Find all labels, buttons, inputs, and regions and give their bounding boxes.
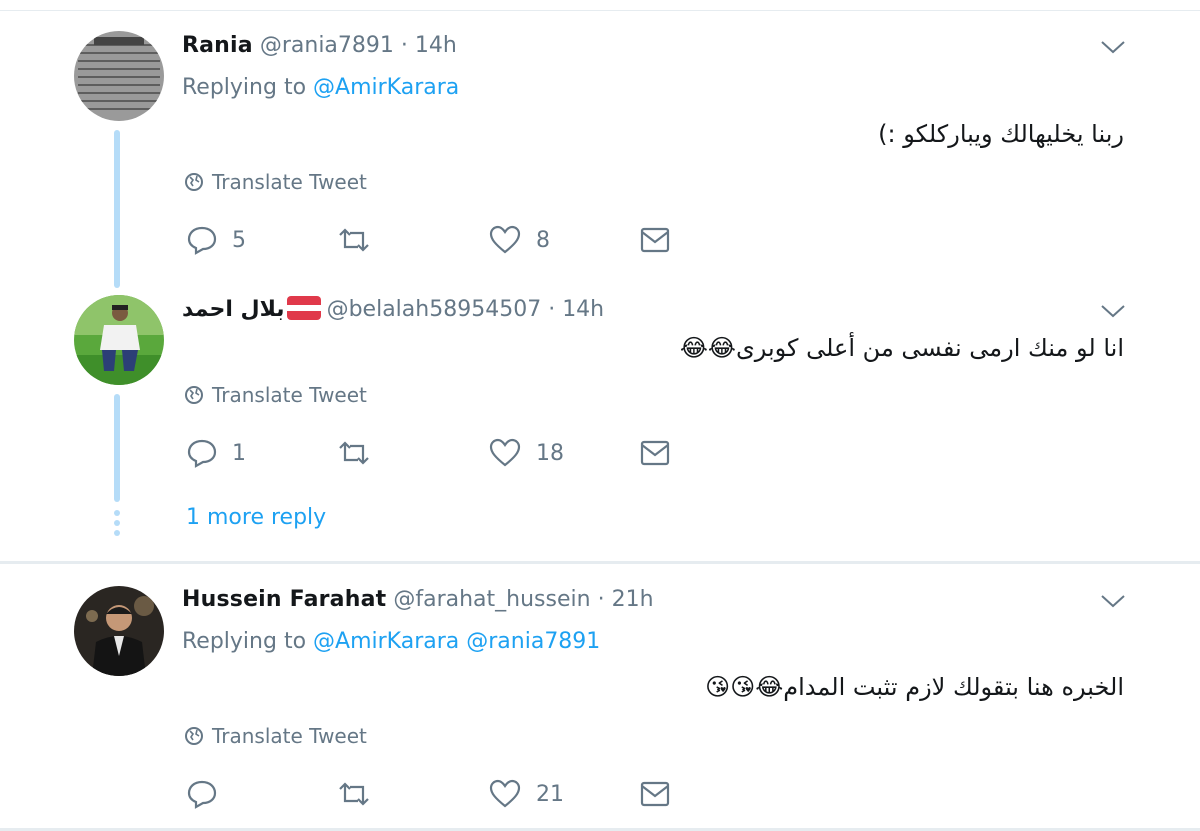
retweet-button[interactable]: [336, 436, 386, 470]
timestamp[interactable]: 14h: [562, 297, 604, 322]
like-button[interactable]: 21: [488, 777, 564, 811]
tweet-text: انا لو منك ارمى نفسى من أعلى كوبرى😂😂: [679, 334, 1124, 362]
flag-icon: [286, 296, 321, 320]
replying-prefix: Replying to: [182, 629, 307, 654]
separator-dot: ·: [597, 587, 605, 612]
like-icon: [489, 779, 521, 808]
avatar[interactable]: [74, 586, 164, 676]
timestamp[interactable]: 21h: [612, 587, 654, 612]
globe-icon: [185, 173, 203, 191]
dm-button[interactable]: [640, 777, 670, 811]
display-name[interactable]: Hussein Farahat: [182, 587, 386, 612]
reply-button[interactable]: 1: [186, 436, 246, 470]
conversation-divider: [0, 561, 1200, 564]
caret-down-icon[interactable]: [1100, 303, 1126, 319]
reply-icon: [187, 439, 217, 468]
user-handle[interactable]: @farahat_hussein: [393, 587, 590, 612]
tweet-text: الخبره هنا بتقولك لازم تثبت المدام😂😘😘: [705, 673, 1124, 701]
caret-down-icon[interactable]: [1100, 39, 1126, 55]
dm-button[interactable]: [640, 223, 670, 257]
display-name[interactable]: Rania: [182, 33, 253, 58]
reply-icon: [187, 780, 217, 809]
retweet-icon: [339, 228, 369, 252]
retweet-button[interactable]: [336, 223, 386, 257]
translate-tweet[interactable]: Translate Tweet: [184, 724, 367, 748]
reply-count: 5: [232, 227, 246, 253]
translate-label: Translate Tweet: [212, 724, 367, 748]
dm-button[interactable]: [640, 436, 670, 470]
separator-dot: ·: [548, 297, 556, 322]
translate-label: Translate Tweet: [212, 383, 367, 407]
globe-icon: [185, 727, 203, 745]
dm-icon: [640, 781, 670, 807]
like-icon: [489, 225, 521, 254]
reply-count: 1: [232, 440, 246, 466]
mention-link[interactable]: @AmirKarara: [313, 75, 459, 100]
tweet-actions: 1 18: [186, 436, 686, 470]
mention-link[interactable]: @AmirKarara: [313, 629, 459, 654]
thread-more-dots: [114, 510, 120, 540]
like-count: 21: [536, 781, 564, 807]
retweet-icon: [339, 782, 369, 806]
more-replies-link[interactable]: 1 more reply: [186, 505, 326, 530]
thread-line: [114, 394, 120, 502]
translate-tweet[interactable]: Translate Tweet: [184, 383, 367, 407]
retweet-icon: [339, 441, 369, 465]
dm-icon: [640, 227, 670, 253]
tweet-actions: 5 8: [186, 223, 686, 257]
like-button[interactable]: 8: [488, 223, 550, 257]
thread-line: [114, 130, 120, 288]
like-count: 18: [536, 440, 564, 466]
dm-icon: [640, 440, 670, 466]
reply-button[interactable]: [186, 777, 232, 811]
replying-prefix: Replying to: [182, 75, 307, 100]
user-handle[interactable]: @rania7891: [260, 33, 394, 58]
tweet-actions: 21: [186, 777, 686, 811]
avatar[interactable]: [74, 295, 164, 385]
separator-dot: ·: [400, 33, 408, 58]
replying-to: Replying to @AmirKarara: [182, 75, 459, 100]
timestamp[interactable]: 14h: [415, 33, 457, 58]
mention-link[interactable]: @rania7891: [466, 629, 600, 654]
replying-to: Replying to @AmirKarara @rania7891: [182, 629, 600, 654]
like-button[interactable]: 18: [488, 436, 564, 470]
tweet-header: Hussein Farahat @farahat_hussein · 21h: [182, 585, 654, 615]
tweet-text: ربنا يخليهالك ويباركلكو :): [878, 120, 1124, 148]
translate-tweet[interactable]: Translate Tweet: [184, 170, 367, 194]
display-name[interactable]: بلال احمد: [182, 297, 285, 322]
caret-down-icon[interactable]: [1100, 593, 1126, 609]
translate-label: Translate Tweet: [212, 170, 367, 194]
like-count: 8: [536, 227, 550, 253]
globe-icon: [185, 386, 203, 404]
reply-icon: [187, 226, 217, 255]
top-divider: [0, 10, 1200, 11]
user-handle[interactable]: @belalah58954507: [327, 297, 542, 322]
retweet-button[interactable]: [336, 777, 386, 811]
like-icon: [489, 438, 521, 467]
tweet-header: Rania @rania7891 · 14h: [182, 31, 457, 61]
avatar[interactable]: [74, 31, 164, 121]
reply-button[interactable]: 5: [186, 223, 246, 257]
tweet-header: بلال احمد @belalah58954507 · 14h: [182, 295, 604, 325]
